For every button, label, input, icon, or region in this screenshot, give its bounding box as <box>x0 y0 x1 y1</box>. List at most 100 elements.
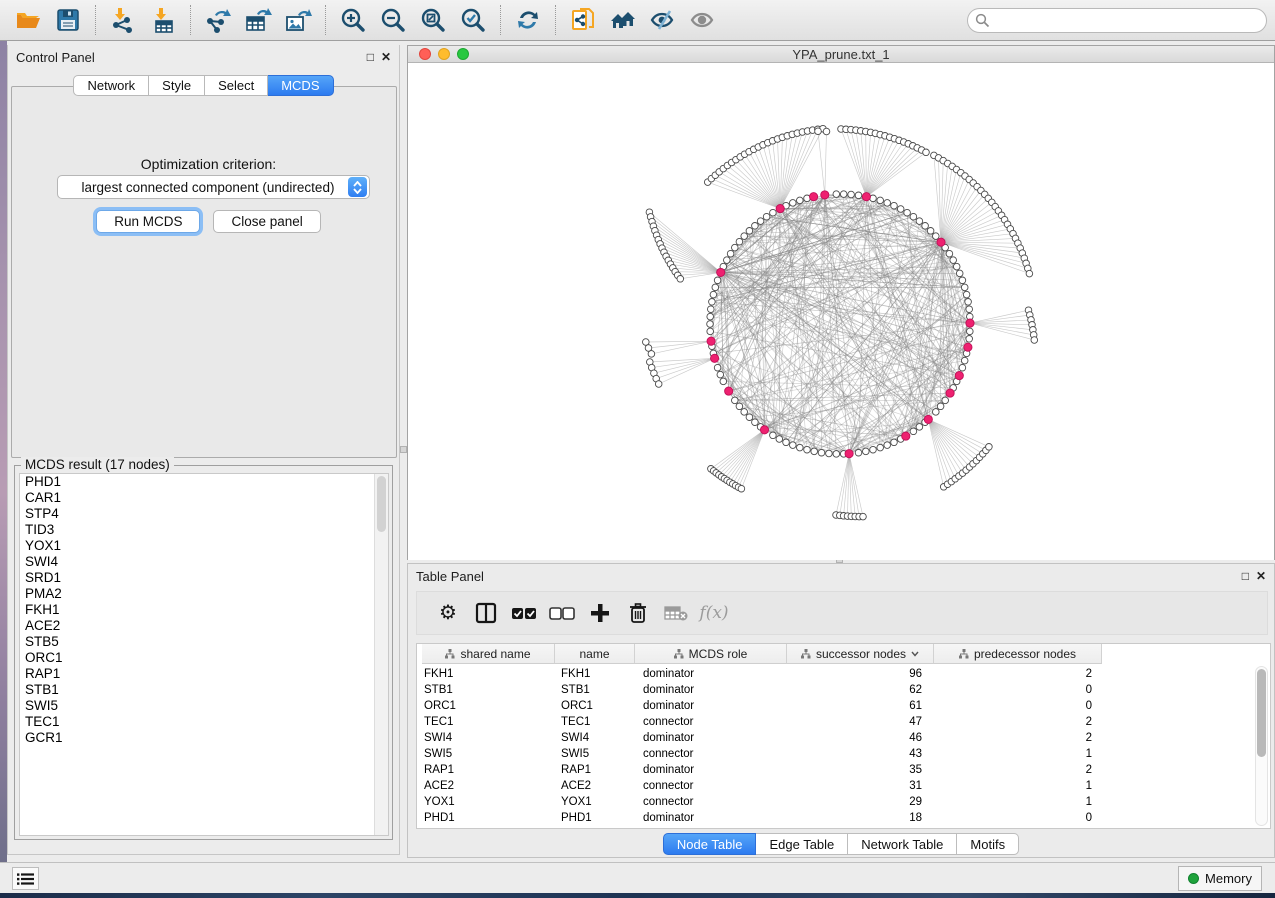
graph-ring-node[interactable] <box>833 451 840 458</box>
graph-ring-node[interactable] <box>732 244 739 251</box>
graph-leaf-node[interactable] <box>860 513 867 520</box>
table-cell-successor_nodes[interactable]: 43 <box>787 746 934 762</box>
table-cell-name[interactable]: PHD1 <box>555 810 635 826</box>
select-all-columns-button[interactable] <box>505 594 543 632</box>
graph-ring-node[interactable] <box>937 403 944 410</box>
graph-ring-node[interactable] <box>904 209 911 216</box>
graph-mcds-node[interactable] <box>964 343 972 351</box>
graph-leaf-node[interactable] <box>677 276 684 283</box>
tab-mcds[interactable]: MCDS <box>268 75 333 96</box>
graph-ring-node[interactable] <box>933 409 940 416</box>
table-cell-shared_name[interactable]: SWI5 <box>422 746 555 762</box>
table-cell-successor_nodes[interactable]: 47 <box>787 714 934 730</box>
show-details-button[interactable] <box>683 1 723 39</box>
table-cell-successor_nodes[interactable]: 62 <box>787 682 934 698</box>
close-panel-icon[interactable]: ✕ <box>1256 570 1266 582</box>
mcds-result-item[interactable]: RAP1 <box>20 666 388 682</box>
table-cell-predecessor_nodes[interactable]: 1 <box>934 794 1102 810</box>
table-cell-successor_nodes[interactable]: 29 <box>787 794 934 810</box>
graph-ring-node[interactable] <box>946 250 953 257</box>
table-cell-mcds_role[interactable]: dominator <box>635 698 787 714</box>
table-cell-predecessor_nodes[interactable]: 0 <box>934 810 1102 826</box>
graph-ring-node[interactable] <box>855 449 862 456</box>
clone-network-button[interactable] <box>563 1 603 39</box>
graph-ring-node[interactable] <box>724 257 731 264</box>
node-table[interactable]: shared namenameMCDS rolesuccessor nodesp… <box>416 643 1271 829</box>
graph-ring-node[interactable] <box>818 449 825 456</box>
create-column-button[interactable] <box>581 594 619 632</box>
graph-mcds-node[interactable] <box>845 450 853 458</box>
table-cell-shared_name[interactable]: RAP1 <box>422 762 555 778</box>
table-cell-predecessor_nodes[interactable]: 1 <box>934 746 1102 762</box>
table-cell-shared_name[interactable]: FKH1 <box>422 666 555 682</box>
graph-mcds-node[interactable] <box>821 191 829 199</box>
graph-ring-node[interactable] <box>709 299 716 306</box>
table-cell-shared_name[interactable]: STB1 <box>422 682 555 698</box>
table-cell-mcds_role[interactable]: connector <box>635 714 787 730</box>
graph-ring-node[interactable] <box>910 213 917 220</box>
graph-leaf-node[interactable] <box>1026 270 1033 277</box>
open-file-button[interactable] <box>8 1 48 39</box>
mcds-result-item[interactable]: GCR1 <box>20 730 388 746</box>
graph-ring-node[interactable] <box>811 448 818 455</box>
graph-ring-node[interactable] <box>959 364 966 371</box>
graph-ring-node[interactable] <box>966 306 973 313</box>
graph-ring-node[interactable] <box>790 442 797 449</box>
tab-node-table[interactable]: Node Table <box>663 833 757 855</box>
zoom-in-button[interactable] <box>333 1 373 39</box>
tab-network-table[interactable]: Network Table <box>848 833 957 855</box>
graph-ring-node[interactable] <box>891 439 898 446</box>
graph-ring-node[interactable] <box>783 439 790 446</box>
delete-column-button[interactable] <box>619 594 657 632</box>
graph-ring-node[interactable] <box>942 397 949 404</box>
graph-mcds-node[interactable] <box>810 193 818 201</box>
mcds-result-item[interactable]: ORC1 <box>20 650 388 666</box>
graph-ring-node[interactable] <box>804 446 811 453</box>
graph-leaf-node[interactable] <box>823 128 830 135</box>
graph-ring-node[interactable] <box>752 223 759 230</box>
graph-ring-node[interactable] <box>797 197 804 204</box>
mcds-result-item[interactable]: CAR1 <box>20 490 388 506</box>
table-cell-name[interactable]: FKH1 <box>555 666 635 682</box>
graph-ring-node[interactable] <box>863 448 870 455</box>
graph-ring-node[interactable] <box>950 257 957 264</box>
table-cell-successor_nodes[interactable]: 31 <box>787 778 934 794</box>
table-cell-successor_nodes[interactable]: 61 <box>787 698 934 714</box>
graph-mcds-node[interactable] <box>760 426 768 434</box>
mcds-result-item[interactable]: SWI4 <box>20 554 388 570</box>
graph-ring-node[interactable] <box>963 291 970 298</box>
mcds-result-item[interactable]: SRD1 <box>20 570 388 586</box>
table-cell-successor_nodes[interactable]: 35 <box>787 762 934 778</box>
graph-mcds-node[interactable] <box>955 372 963 380</box>
criterion-select[interactable]: largest connected component (undirected) <box>57 175 370 199</box>
graph-ring-node[interactable] <box>933 233 940 240</box>
graph-mcds-node[interactable] <box>707 337 715 345</box>
graph-ring-node[interactable] <box>714 364 721 371</box>
table-cell-name[interactable]: YOX1 <box>555 794 635 810</box>
table-cell-name[interactable]: SWI4 <box>555 730 635 746</box>
table-cell-successor_nodes[interactable]: 18 <box>787 810 934 826</box>
memory-button[interactable]: Memory <box>1178 866 1262 891</box>
export-image-button[interactable] <box>278 1 318 39</box>
graph-mcds-node[interactable] <box>966 319 974 327</box>
deselect-all-columns-button[interactable] <box>543 594 581 632</box>
graph-ring-node[interactable] <box>712 284 719 291</box>
cybrowser-home-button[interactable] <box>603 1 643 39</box>
mcds-result-list[interactable]: PHD1CAR1STP4TID3YOX1SWI4SRD1PMA2FKH1ACE2… <box>19 473 389 836</box>
graph-ring-node[interactable] <box>741 409 748 416</box>
table-cell-mcds_role[interactable]: connector <box>635 778 787 794</box>
column-header-shared-name[interactable]: shared name <box>422 644 555 664</box>
graph-ring-node[interactable] <box>916 424 923 431</box>
tab-edge-table[interactable]: Edge Table <box>756 833 848 855</box>
mcds-result-item[interactable]: TID3 <box>20 522 388 538</box>
mcds-result-item[interactable]: PHD1 <box>20 474 388 490</box>
table-cell-mcds_role[interactable]: dominator <box>635 666 787 682</box>
graph-ring-node[interactable] <box>961 284 968 291</box>
table-cell-name[interactable]: ORC1 <box>555 698 635 714</box>
mcds-result-item[interactable]: FKH1 <box>20 602 388 618</box>
graph-ring-node[interactable] <box>707 321 714 328</box>
graph-leaf-node[interactable] <box>655 381 662 388</box>
graph-ring-node[interactable] <box>746 228 753 235</box>
zoom-selected-button[interactable] <box>453 1 493 39</box>
graph-ring-node[interactable] <box>967 328 974 335</box>
